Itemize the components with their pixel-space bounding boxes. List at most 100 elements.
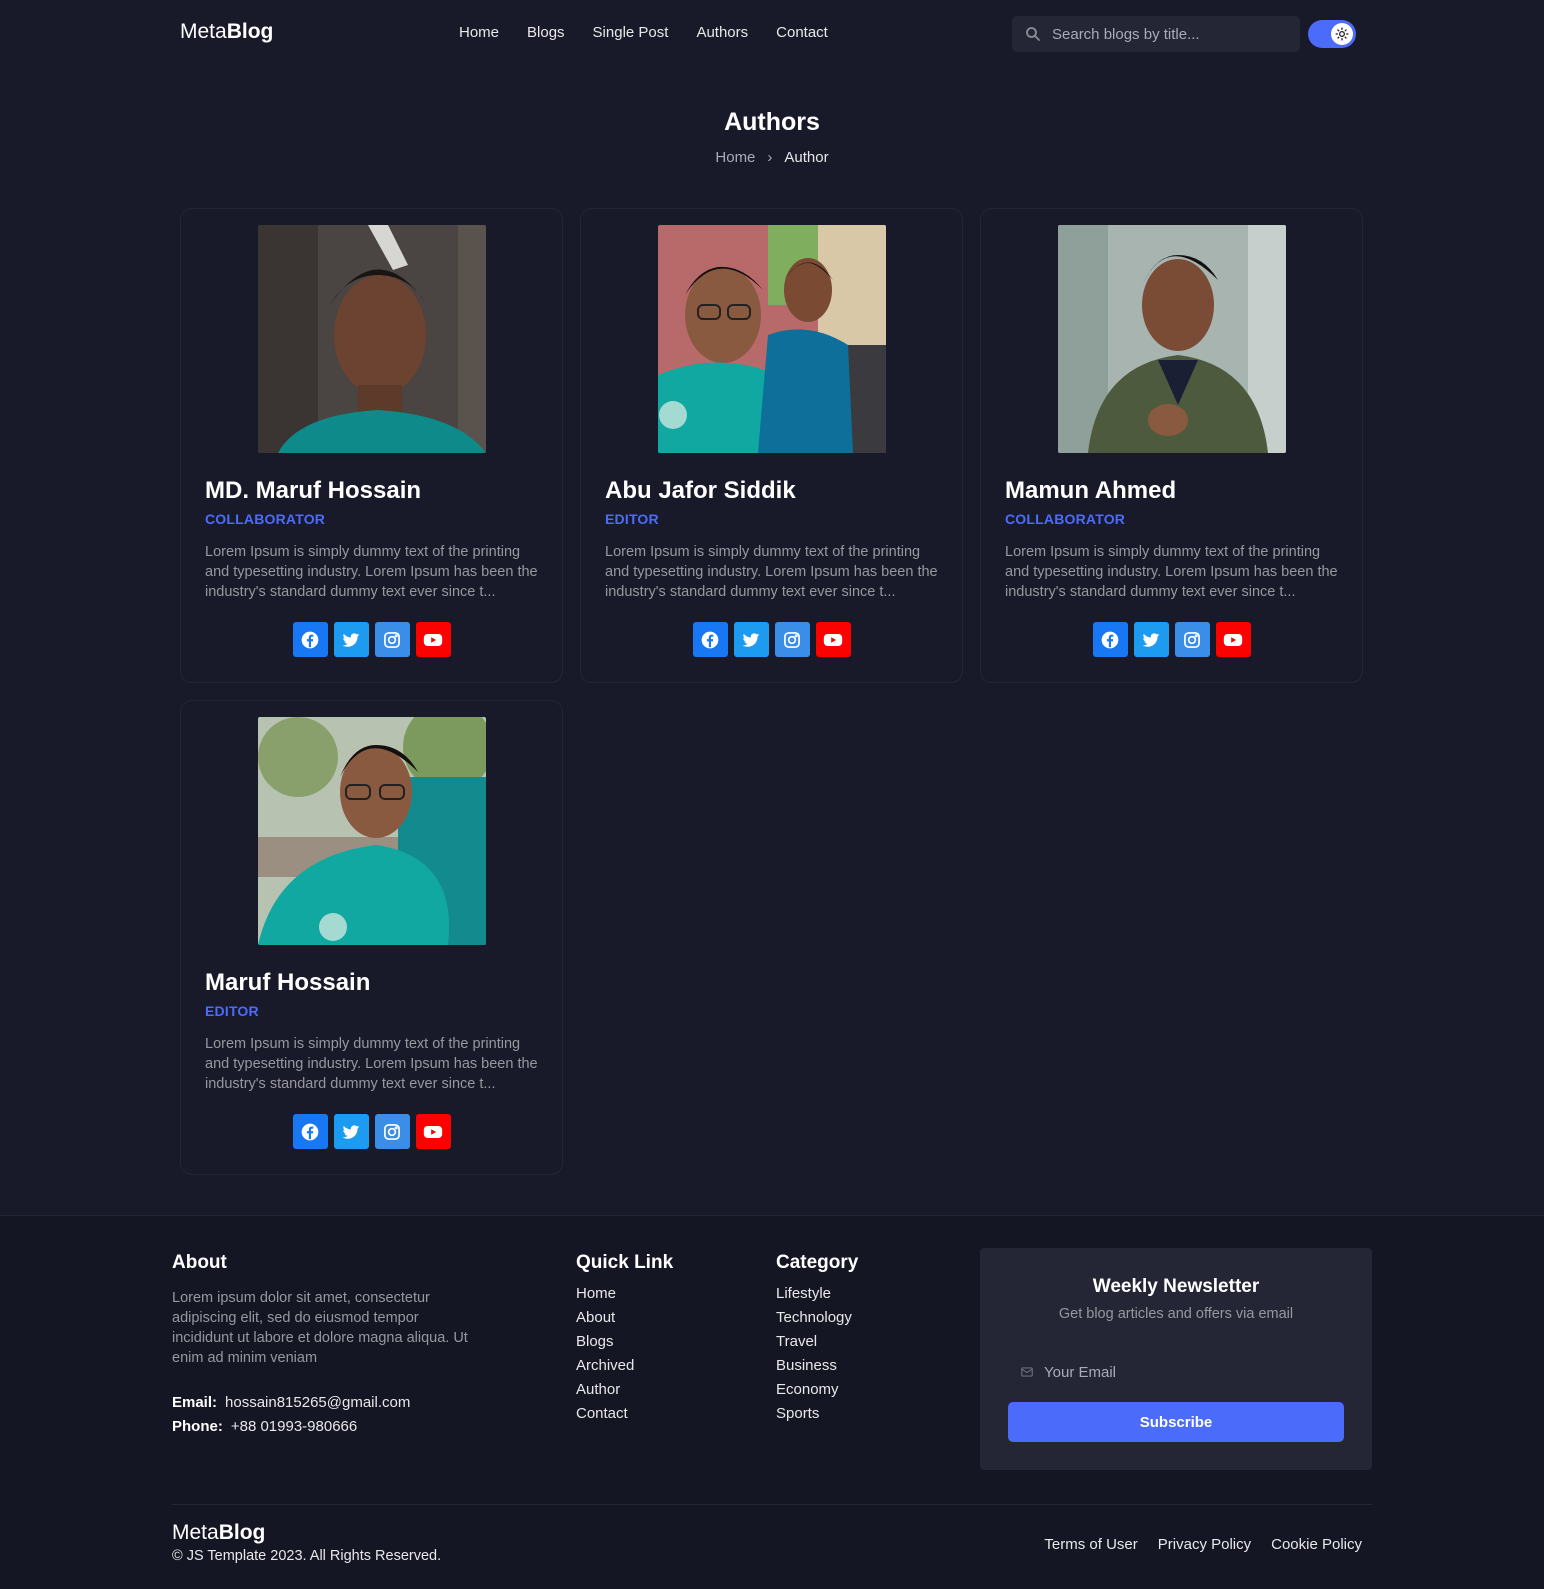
author-name[interactable]: Maruf Hossain	[205, 969, 370, 997]
search-box	[1012, 16, 1300, 52]
facebook-icon[interactable]	[292, 1114, 328, 1149]
instagram-icon[interactable]	[774, 622, 810, 657]
chevron-right-icon: ›	[767, 149, 773, 166]
author-photo	[258, 717, 486, 945]
newsletter-title: Weekly Newsletter	[1092, 1276, 1260, 1297]
author-name[interactable]: Abu Jafor Siddik	[605, 477, 796, 505]
phone-value[interactable]: +88 01993-980666	[231, 1418, 357, 1435]
facebook-icon[interactable]	[292, 622, 328, 657]
author-bio: Lorem Ipsum is simply dummy text of the …	[1005, 544, 1338, 600]
author-card[interactable]: Abu Jafor Siddik EDITOR Lorem Ipsum is s…	[580, 208, 963, 683]
author-card[interactable]: MD. Maruf Hossain COLLABORATOR Lorem Ips…	[180, 208, 563, 683]
cookie-link[interactable]: Cookie Policy	[1271, 1536, 1362, 1553]
footer-email: Email: hossain815265@gmail.com	[172, 1394, 410, 1411]
instagram-icon[interactable]	[374, 622, 410, 657]
newsletter-subtitle: Get blog articles and offers via email	[1058, 1306, 1294, 1322]
category-technology[interactable]: Technology	[776, 1306, 852, 1330]
email-input[interactable]	[1044, 1363, 1324, 1381]
author-card[interactable]: Maruf Hossain EDITOR Lorem Ipsum is simp…	[180, 700, 563, 1175]
author-photo	[658, 225, 886, 453]
search-input[interactable]	[1052, 25, 1282, 43]
quick-link-about[interactable]: About	[576, 1306, 634, 1330]
nav-authors[interactable]: Authors	[696, 24, 748, 41]
quick-link-blogs[interactable]: Blogs	[576, 1330, 634, 1354]
email-label: Email:	[172, 1394, 218, 1411]
facebook-icon[interactable]	[1092, 622, 1128, 657]
category-economy[interactable]: Economy	[776, 1378, 852, 1402]
author-bio: Lorem Ipsum is simply dummy text of the …	[205, 544, 538, 600]
author-name[interactable]: Mamun Ahmed	[1005, 477, 1176, 505]
author-photo	[1058, 225, 1286, 453]
social-links	[181, 622, 562, 657]
nav-blogs[interactable]: Blogs	[527, 24, 565, 41]
author-role: EDITOR	[205, 1003, 259, 1019]
youtube-icon[interactable]	[815, 622, 851, 657]
author-bio: Lorem Ipsum is simply dummy text of the …	[605, 544, 938, 600]
nav-contact[interactable]: Contact	[776, 24, 828, 41]
mail-icon	[1021, 1367, 1033, 1377]
footer-quick-link-title: Quick Link	[576, 1252, 674, 1273]
social-links	[981, 622, 1362, 657]
main-nav: Home Blogs Single Post Authors Contact	[459, 24, 828, 41]
footer-logo-bold: Blog	[218, 1521, 266, 1544]
breadcrumb-current: Author	[784, 149, 829, 166]
category-business[interactable]: Business	[776, 1354, 852, 1378]
theme-toggle[interactable]	[1308, 20, 1356, 48]
footer-category-title: Category	[776, 1252, 859, 1273]
category-travel[interactable]: Travel	[776, 1330, 852, 1354]
privacy-link[interactable]: Privacy Policy	[1158, 1536, 1251, 1553]
footer-phone: Phone: +88 01993-980666	[172, 1418, 357, 1435]
site-header: MetaBlog Home Blogs Single Post Authors …	[0, 0, 1544, 68]
author-role: COLLABORATOR	[205, 511, 326, 527]
nav-single-post[interactable]: Single Post	[593, 24, 669, 41]
twitter-icon[interactable]	[1133, 622, 1169, 657]
footer-about-title: About	[172, 1252, 227, 1273]
terms-link[interactable]: Terms of User	[1044, 1536, 1137, 1553]
email-value[interactable]: hossain815265@gmail.com	[225, 1394, 410, 1411]
subscribe-button[interactable]: Subscribe	[1008, 1402, 1344, 1442]
youtube-icon[interactable]	[415, 1114, 451, 1149]
site-footer: About Lorem ipsum dolor sit amet, consec…	[0, 1215, 1544, 1589]
newsletter-box: Weekly Newsletter Get blog articles and …	[980, 1248, 1372, 1470]
logo-text-light: Meta	[180, 20, 227, 43]
quick-link-author[interactable]: Author	[576, 1378, 634, 1402]
phone-label: Phone:	[172, 1418, 223, 1435]
youtube-icon[interactable]	[1215, 622, 1251, 657]
quick-link-home[interactable]: Home	[576, 1282, 634, 1306]
twitter-icon[interactable]	[333, 622, 369, 657]
site-logo[interactable]: MetaBlog	[180, 20, 273, 44]
author-name[interactable]: MD. Maruf Hossain	[205, 477, 421, 505]
breadcrumb: Home › Author	[0, 149, 1544, 166]
nav-home[interactable]: Home	[459, 24, 499, 41]
sun-icon	[1331, 23, 1353, 45]
author-photo	[258, 225, 486, 453]
copyright-text: © JS Template 2023. All Rights Reserved.	[172, 1548, 442, 1564]
quick-links-list: Home About Blogs Archived Author Contact	[576, 1282, 634, 1426]
youtube-icon[interactable]	[415, 622, 451, 657]
logo-text-bold: Blog	[226, 20, 274, 43]
footer-logo[interactable]: MetaBlog	[172, 1521, 265, 1545]
quick-link-archived[interactable]: Archived	[576, 1354, 634, 1378]
page-title: Authors	[724, 108, 820, 136]
facebook-icon[interactable]	[692, 622, 728, 657]
author-bio: Lorem Ipsum is simply dummy text of the …	[205, 1036, 538, 1092]
social-links	[581, 622, 962, 657]
footer-about-text: Lorem ipsum dolor sit amet, consectetur …	[172, 1290, 468, 1366]
breadcrumb-home[interactable]: Home	[715, 149, 755, 166]
footer-logo-light: Meta	[172, 1521, 219, 1544]
newsletter-email-field	[1008, 1354, 1344, 1390]
category-sports[interactable]: Sports	[776, 1402, 852, 1426]
instagram-icon[interactable]	[374, 1114, 410, 1149]
twitter-icon[interactable]	[733, 622, 769, 657]
author-role: EDITOR	[605, 511, 659, 527]
twitter-icon[interactable]	[333, 1114, 369, 1149]
category-lifestyle[interactable]: Lifestyle	[776, 1282, 852, 1306]
quick-link-contact[interactable]: Contact	[576, 1402, 634, 1426]
author-role: COLLABORATOR	[1005, 511, 1126, 527]
instagram-icon[interactable]	[1174, 622, 1210, 657]
social-links	[181, 1114, 562, 1149]
author-card[interactable]: Mamun Ahmed COLLABORATOR Lorem Ipsum is …	[980, 208, 1363, 683]
category-list: Lifestyle Technology Travel Business Eco…	[776, 1282, 852, 1426]
footer-divider	[172, 1504, 1372, 1505]
search-icon	[1026, 27, 1040, 41]
